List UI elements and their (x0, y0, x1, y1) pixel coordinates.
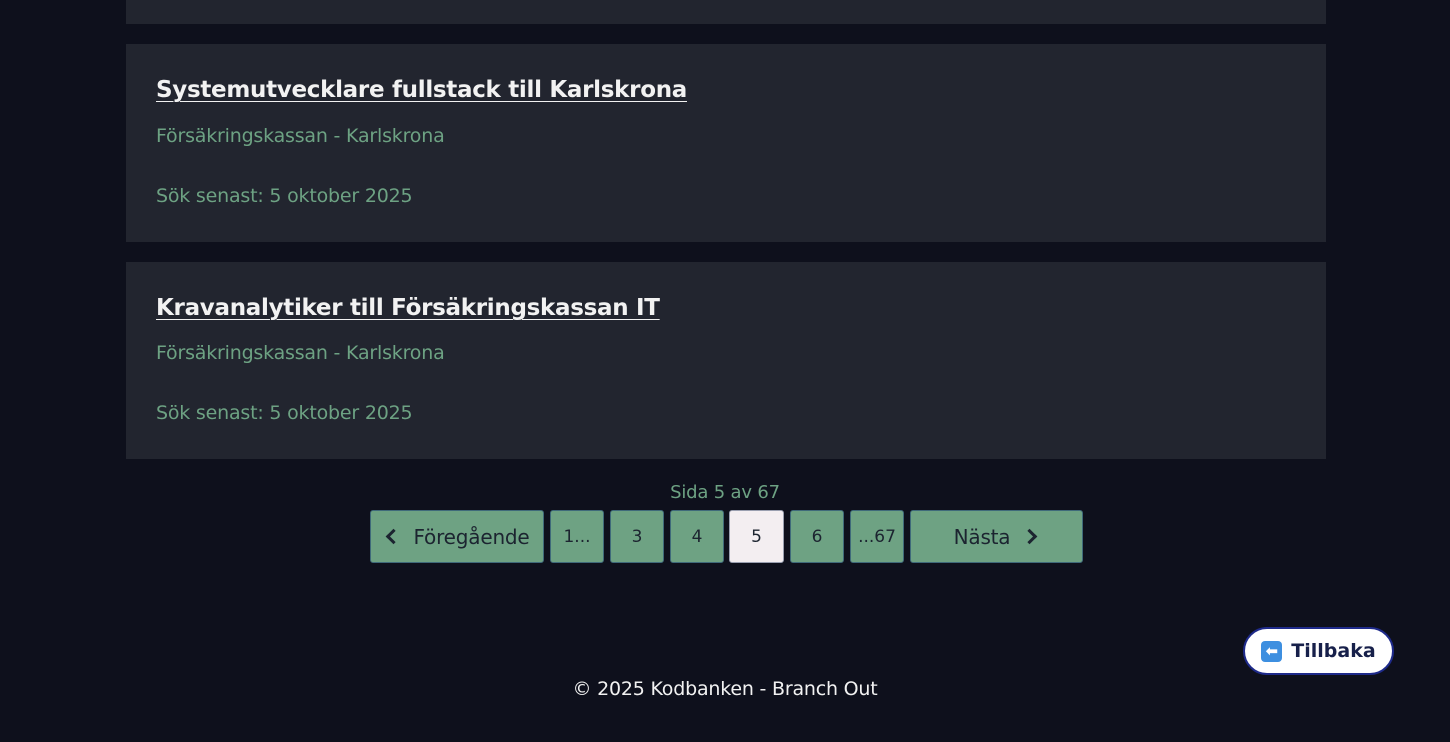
footer-copyright: © 2025 Kodbanken - Branch Out (572, 678, 878, 700)
chevron-right-icon (1022, 528, 1038, 545)
page-button-first[interactable]: 1... (550, 510, 604, 563)
previous-page-button[interactable]: Föregående (370, 510, 544, 563)
back-button[interactable]: ⬅ Tillbaka (1243, 627, 1394, 675)
page-button-last[interactable]: ...67 (850, 510, 904, 563)
job-employer-location: Försäkringskassan - Karlskrona (156, 342, 445, 364)
page-button[interactable]: 3 (610, 510, 664, 563)
chevron-left-icon (386, 528, 402, 545)
job-card: Systemutvecklare fullstack till Karlskro… (126, 44, 1326, 242)
job-deadline: Sök senast: 5 oktober 2025 (156, 402, 413, 424)
left-arrow-icon: ⬅ (1261, 640, 1283, 662)
job-title-link[interactable]: Kravanalytiker till Försäkringskassan IT (156, 295, 660, 321)
next-page-button[interactable]: Nästa (910, 510, 1083, 563)
page-button[interactable]: 6 (790, 510, 844, 563)
page-info: Sida 5 av 67 (670, 482, 780, 503)
previous-page-label: Föregående (413, 524, 530, 549)
back-button-label: Tillbaka (1291, 640, 1376, 662)
next-page-label: Nästa (953, 524, 1011, 549)
page-button-current[interactable]: 5 (729, 510, 784, 563)
job-title-link[interactable]: Systemutvecklare fullstack till Karlskro… (156, 77, 687, 103)
job-deadline: Sök senast: 5 oktober 2025 (156, 185, 413, 207)
job-employer-location: Försäkringskassan - Karlskrona (156, 125, 445, 147)
job-card-partial (126, 0, 1326, 24)
page-button[interactable]: 4 (670, 510, 724, 563)
job-card: Kravanalytiker till Försäkringskassan IT… (126, 262, 1326, 459)
